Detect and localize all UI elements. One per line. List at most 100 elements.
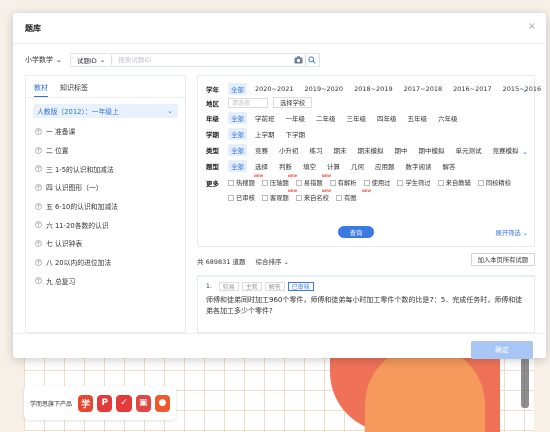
filter-option[interactable]: 期中模拟	[416, 144, 448, 156]
search-icon[interactable]	[304, 54, 319, 66]
region-select[interactable]: 请选择	[228, 97, 268, 108]
filter-option[interactable]: 几何	[348, 160, 367, 172]
subject-select[interactable]: 小学数学 ⌄	[25, 55, 62, 65]
filter-option[interactable]: 竞赛	[252, 144, 271, 156]
filter-option[interactable]: 期中	[392, 144, 411, 156]
checkbox-hot[interactable]: 热搜题 NEW	[228, 174, 263, 187]
filter-option[interactable]: 上学期	[252, 128, 278, 140]
expand-icon[interactable]: +	[35, 202, 42, 210]
chapter-label: 一 准备课	[46, 128, 76, 137]
chapter-item[interactable]: + 七 认识钟表	[26, 234, 185, 253]
select-school-button[interactable]: 选择学校	[273, 97, 313, 108]
search-type-select[interactable]: 试题ID ⌄	[71, 55, 113, 65]
filter-option[interactable]: 下学期	[283, 128, 309, 140]
filter-option[interactable]: 五年级	[405, 112, 431, 124]
checkbox-from-workbook[interactable]: 来自教辅	[437, 178, 471, 187]
check-logo-icon[interactable]: ✓	[116, 394, 132, 412]
expand-icon[interactable]: +	[35, 165, 42, 173]
checkbox-used[interactable]: 使用过	[363, 178, 390, 187]
expand-icon[interactable]: +	[35, 239, 42, 247]
filter-option[interactable]: 2016~2017	[450, 84, 495, 94]
filter-option[interactable]: 2019~2020	[302, 84, 347, 94]
chevron-down-icon[interactable]: ⌄	[522, 148, 528, 156]
expand-icon[interactable]: +	[35, 277, 42, 285]
expand-icon[interactable]: +	[35, 258, 42, 266]
checkbox-has-image[interactable]: 有图 NEW	[335, 189, 371, 202]
chapter-item[interactable]: + 八 20以内的进位加法	[26, 253, 185, 272]
filter-region: 地区 请选择 选择学校	[206, 97, 313, 108]
filter-option[interactable]: 数字阅读	[403, 160, 435, 172]
filter-option[interactable]: 选择	[252, 160, 271, 172]
filter-option[interactable]: 期末	[331, 144, 350, 156]
filter-option[interactable]: 2020~2021	[252, 84, 297, 94]
filter-option[interactable]: 填空	[300, 160, 319, 172]
filter-option[interactable]: 应用题	[372, 160, 398, 172]
add-all-button[interactable]: 加入本页所有试题	[470, 253, 535, 266]
filter-panel: 学年 全部 2020~2021 2019~2020 2018~2019 2017…	[197, 75, 541, 247]
checkbox-label: 来自名校	[303, 195, 329, 202]
confirm-button[interactable]: 确定	[471, 341, 533, 359]
filter-option[interactable]: 小升初	[276, 144, 302, 156]
checkbox-reviewed[interactable]: 已审核	[228, 193, 255, 202]
tab-knowledge-tags[interactable]: 知识标签	[60, 83, 88, 97]
filter-option[interactable]: 判断	[276, 160, 295, 172]
filter-option[interactable]: 2017~2018	[401, 84, 446, 94]
textbook-version-select[interactable]: 人教版（2012）：一年级上 ⌄	[33, 104, 178, 118]
camera-logo-icon[interactable]: ▣	[135, 394, 151, 412]
live-logo-icon[interactable]: ●	[154, 394, 171, 412]
filter-option[interactable]: 学前班	[252, 112, 278, 124]
filter-option[interactable]: 六年级	[435, 112, 461, 124]
filter-option[interactable]: 全部	[228, 159, 247, 172]
chapter-item[interactable]: + 二 位置	[26, 141, 185, 160]
checkbox-famous-school[interactable]: 来自名校 NEW	[295, 189, 331, 202]
xue-logo-icon[interactable]: 学	[78, 394, 94, 412]
checkbox-has-analysis[interactable]: 有解析	[329, 178, 357, 187]
app-logo-icon[interactable]: P	[97, 394, 113, 412]
close-icon[interactable]: ×	[528, 21, 536, 32]
filter-option[interactable]: 全部	[228, 111, 247, 124]
checkbox-label: 同校精校	[485, 180, 512, 187]
expand-icon[interactable]: +	[35, 127, 42, 135]
tab-textbook[interactable]: 教材	[34, 83, 48, 97]
filter-label: 地区	[206, 99, 219, 108]
filter-label: 年级	[206, 114, 219, 123]
chapter-item[interactable]: + 四 认识图形（一）	[26, 178, 185, 197]
expand-icon[interactable]: +	[35, 183, 42, 191]
sort-select[interactable]: 综合排序 ⌄	[255, 256, 289, 266]
filter-option[interactable]: 竞赛模拟	[490, 144, 522, 156]
chapter-item[interactable]: + 一 准备课	[26, 122, 185, 141]
chapter-item[interactable]: + 五 6-10的认识和加减法	[26, 197, 185, 216]
filter-option[interactable]: 期末模拟	[355, 144, 387, 156]
expand-icon[interactable]: +	[35, 221, 42, 229]
filter-option[interactable]: 解答	[440, 160, 459, 172]
question-card[interactable]: 1. 较易 主观 解答 已审核 师傅和徒弟同时加工960个零件，师傅和徒弟每小时…	[197, 275, 535, 333]
filter-option[interactable]: 计算	[324, 160, 343, 172]
expand-filters-link[interactable]: 展开筛选 ⌄	[496, 228, 528, 237]
chevron-down-icon[interactable]: ⌄	[522, 86, 528, 94]
subjectivity-tag: 主观	[241, 282, 262, 291]
checkbox-same-school[interactable]: 同校精校	[477, 178, 512, 187]
filter-label: 类型	[206, 146, 219, 155]
filter-option[interactable]: 练习	[307, 144, 326, 156]
checkbox-objective[interactable]: 客观题 NEW	[261, 189, 297, 202]
filter-option[interactable]: 单元测试	[453, 144, 485, 156]
query-button[interactable]: 查询	[338, 226, 374, 238]
filter-option[interactable]: 一年级	[283, 112, 309, 124]
checkbox-finale[interactable]: 压轴题 NEW	[261, 174, 297, 187]
checkbox-error-prone[interactable]: 易错题 NEW	[295, 174, 331, 187]
chapter-item[interactable]: + 九 总复习	[26, 272, 185, 291]
filter-option[interactable]: 全部	[228, 82, 247, 95]
dialog-footer: 确定	[13, 333, 546, 359]
filter-option[interactable]: 四年级	[374, 112, 400, 124]
filter-option[interactable]: 二年级	[313, 112, 339, 124]
filter-option[interactable]: 全部	[228, 143, 247, 156]
filter-option[interactable]: 全部	[228, 127, 247, 140]
chapter-item[interactable]: + 六 11-20各数的认识	[26, 215, 185, 234]
expand-icon[interactable]: +	[35, 146, 42, 154]
search-input[interactable]	[112, 56, 293, 64]
camera-icon[interactable]	[293, 54, 305, 66]
filter-option[interactable]: 三年级	[344, 112, 370, 124]
filter-option[interactable]: 2018~2019	[351, 84, 396, 94]
chapter-item[interactable]: + 三 1-5的认识和加减法	[26, 159, 185, 178]
checkbox-student-filtered[interactable]: 学生筛过	[397, 178, 431, 187]
